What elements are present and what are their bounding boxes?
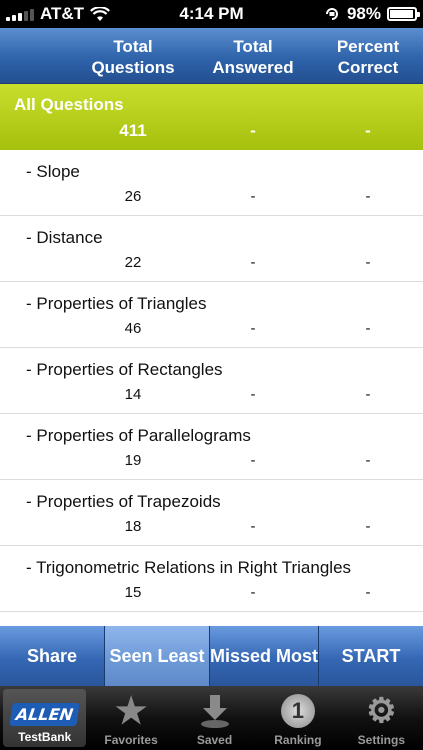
topic-answered: - bbox=[250, 188, 256, 205]
topic-percent: - bbox=[365, 584, 371, 601]
topic-row[interactable]: - Distance 22 - - bbox=[0, 216, 423, 282]
tab-settings[interactable]: ⚙ Settings bbox=[340, 686, 423, 750]
topic-row[interactable]: - Properties of Trapezoids 18 - - bbox=[0, 480, 423, 546]
topic-answered: - bbox=[250, 584, 256, 601]
action-bar: Share Seen Least Missed Most START bbox=[0, 626, 423, 686]
topic-percent: - bbox=[365, 188, 371, 205]
topic-percent: - bbox=[365, 452, 371, 469]
star-icon: ★ bbox=[114, 690, 148, 731]
seen-least-button[interactable]: Seen Least bbox=[104, 626, 210, 686]
topic-total: 22 bbox=[124, 254, 142, 271]
download-icon bbox=[200, 695, 229, 728]
topic-total: 19 bbox=[124, 452, 142, 469]
tab-ranking[interactable]: 1 Ranking bbox=[256, 686, 339, 750]
tab-testbank[interactable]: ALLEN TestBank bbox=[3, 689, 87, 747]
all-questions-row[interactable]: All Questions 411 - - bbox=[0, 84, 423, 150]
topic-label: - Properties of Rectangles bbox=[26, 360, 223, 379]
topic-percent: - bbox=[365, 518, 371, 535]
missed-most-button[interactable]: Missed Most bbox=[209, 626, 319, 686]
tab-label: Settings bbox=[357, 733, 405, 747]
topic-row[interactable]: - Trigonometric Relations in Right Trian… bbox=[0, 546, 423, 612]
topic-row[interactable]: - Properties of Parallelograms 19 - - bbox=[0, 414, 423, 480]
column-total-questions[interactable]: Total Questions bbox=[83, 36, 183, 78]
battery-percent: 98% bbox=[346, 4, 381, 23]
column-total-answered[interactable]: Total Answered bbox=[203, 36, 303, 78]
topic-answered: - bbox=[250, 386, 256, 403]
topic-label: - Trigonometric Relations in Right Trian… bbox=[26, 558, 352, 577]
topic-answered: - bbox=[250, 254, 256, 271]
topic-list[interactable]: - Slope 26 - - - Distance 22 - - - Prope… bbox=[0, 150, 423, 626]
status-bar: AT&T 4:14 PM 98% bbox=[0, 0, 423, 28]
tab-label: Ranking bbox=[274, 733, 322, 747]
all-questions-answered: - bbox=[250, 121, 256, 140]
all-questions-total: 411 bbox=[119, 121, 147, 140]
topic-row[interactable]: - Properties of Rectangles 14 - - bbox=[0, 348, 423, 414]
all-questions-label: All Questions bbox=[14, 95, 124, 114]
tab-favorites[interactable]: ★ Favorites bbox=[89, 686, 172, 750]
topic-percent: - bbox=[365, 386, 371, 403]
topic-total: 14 bbox=[124, 386, 142, 403]
topic-total: 46 bbox=[124, 320, 142, 337]
topic-label: - Properties of Parallelograms bbox=[26, 426, 251, 445]
rotation-lock-icon bbox=[325, 8, 338, 20]
topic-label: - Distance bbox=[26, 228, 103, 247]
gear-icon: ⚙ bbox=[366, 692, 397, 730]
tab-saved[interactable]: Saved bbox=[173, 686, 256, 750]
topic-percent: - bbox=[365, 254, 371, 271]
tab-label: TestBank bbox=[18, 730, 72, 744]
topic-answered: - bbox=[250, 518, 256, 535]
ranking-icon: 1 bbox=[280, 694, 315, 728]
share-button[interactable]: Share bbox=[0, 626, 105, 686]
topic-label: - Properties of Trapezoids bbox=[26, 492, 221, 511]
start-button[interactable]: START bbox=[319, 626, 423, 686]
topic-label: - Properties of Triangles bbox=[26, 294, 207, 313]
topic-label: - Slope bbox=[26, 162, 80, 181]
column-percent-correct[interactable]: Percent Correct bbox=[318, 36, 418, 78]
topic-total: 26 bbox=[124, 188, 142, 205]
topic-percent: - bbox=[365, 320, 371, 337]
column-header: Total Questions Total Answered Percent C… bbox=[0, 28, 423, 84]
tab-bar: ALLEN TestBank ★ Favorites Saved 1 Ranki… bbox=[0, 686, 423, 750]
allen-logo-icon: ALLEN bbox=[9, 702, 80, 726]
battery-icon bbox=[387, 7, 420, 21]
topic-row[interactable]: - Properties of Triangles 46 - - bbox=[0, 282, 423, 348]
topic-row[interactable]: - Slope 26 - - bbox=[0, 150, 423, 216]
topic-total: 15 bbox=[124, 584, 142, 601]
tab-label: Favorites bbox=[104, 733, 158, 747]
topic-answered: - bbox=[250, 320, 256, 337]
tab-label: Saved bbox=[196, 733, 233, 747]
all-questions-percent: - bbox=[365, 121, 371, 140]
topic-answered: - bbox=[250, 452, 256, 469]
topic-total: 18 bbox=[124, 518, 142, 535]
